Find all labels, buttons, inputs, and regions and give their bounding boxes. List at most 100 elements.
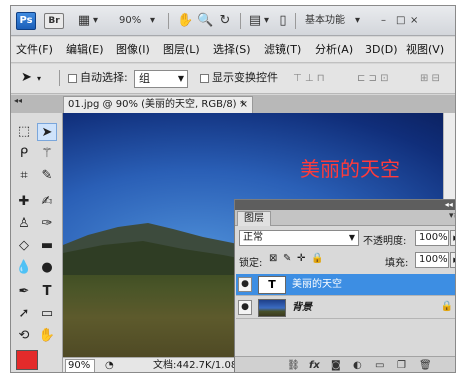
separator: [168, 13, 169, 29]
layers-panel: ◂◂ × 图层 ▾≡ 正常 ▼ 不透明度: 100% ▶ 锁定: ⊠ ✎ ✛ 🔒…: [234, 199, 455, 372]
path-selection-tool-icon[interactable]: ➚: [14, 305, 34, 323]
blend-mode-dropdown[interactable]: 正常 ▼: [239, 230, 359, 246]
new-layer-icon[interactable]: ❐: [397, 359, 406, 372]
visibility-eye-icon[interactable]: ●: [238, 300, 252, 315]
canvas-text-layer[interactable]: 美丽的天空: [300, 153, 400, 182]
eyedropper-tool-icon[interactable]: ✎: [37, 167, 57, 185]
layer-style-icon[interactable]: fx: [309, 359, 320, 372]
view-extras-icon[interactable]: ▦: [77, 14, 91, 28]
menu-analysis[interactable]: 分析(A): [315, 43, 353, 57]
show-transform-label: 显示变换控件: [212, 71, 278, 84]
auto-select-dropdown[interactable]: 组 ▼: [134, 70, 188, 88]
magic-wand-tool-icon[interactable]: ⚚: [37, 145, 57, 163]
layer-name[interactable]: 美丽的天空: [292, 278, 342, 292]
gradient-tool-icon[interactable]: ▬: [37, 237, 57, 255]
fill-arrow-icon[interactable]: ▶: [450, 252, 455, 268]
panel-menu-icon[interactable]: ▾≡: [449, 211, 455, 221]
hand-tool-icon[interactable]: ✋: [177, 14, 193, 28]
menu-layer[interactable]: 图层(L): [163, 43, 200, 57]
menu-bar: 文件(F) 编辑(E) 图像(I) 图层(L) 选择(S) 滤镜(T) 分析(A…: [11, 37, 455, 63]
align-buttons-icon[interactable]: ⊤ ⊥ ⊓: [293, 72, 325, 86]
arrange-documents-icon[interactable]: ▤: [248, 14, 262, 28]
brush-tool-icon[interactable]: ✍: [37, 193, 57, 211]
menu-view[interactable]: 视图(V): [406, 43, 444, 57]
arrange-dropdown-icon[interactable]: ▾: [264, 14, 269, 28]
title-bar: Ps Br ▦ ▾ 90% ▾ ✋ 🔍 ↻ ▤ ▾ ▯ 基本功能 ▾ – □ ×: [11, 6, 455, 36]
foreground-color-swatch[interactable]: [16, 350, 38, 370]
move-tool-icon[interactable]: ➤: [37, 123, 57, 141]
screen-mode-icon[interactable]: ▯: [276, 14, 290, 28]
document-tab[interactable]: 01.jpg @ 90% (美丽的天空, RGB/8) * ×: [63, 96, 253, 113]
photoshop-logo: Ps: [16, 12, 36, 30]
new-group-icon[interactable]: ▭: [375, 359, 384, 372]
bridge-button[interactable]: Br: [44, 13, 64, 29]
history-brush-tool-icon[interactable]: ✑: [37, 215, 57, 233]
close-button[interactable]: ×: [410, 14, 418, 28]
view-extras-dropdown-icon[interactable]: ▾: [93, 14, 98, 28]
lock-label: 锁定:: [239, 258, 263, 269]
workspace-dropdown-icon[interactable]: ▾: [355, 14, 360, 28]
eraser-tool-icon[interactable]: ◇: [14, 237, 34, 255]
lock-all-icon[interactable]: 🔒: [311, 253, 323, 264]
add-mask-icon[interactable]: ◙: [331, 359, 341, 372]
lasso-tool-icon[interactable]: ᑭ: [14, 145, 34, 163]
type-tool-icon[interactable]: T: [37, 283, 57, 301]
auto-align-icon[interactable]: ⊞ ⊟: [420, 72, 440, 86]
visibility-eye-icon[interactable]: ●: [238, 277, 252, 292]
menu-3d[interactable]: 3D(D): [365, 43, 398, 57]
dodge-tool-icon[interactable]: ●: [37, 259, 57, 277]
adjustment-layer-icon[interactable]: ◐: [353, 359, 362, 372]
delete-layer-icon[interactable]: 🗑: [419, 359, 432, 372]
opacity-arrow-icon[interactable]: ▶: [450, 230, 455, 246]
zoom-dropdown-icon[interactable]: ▾: [150, 14, 155, 28]
link-layers-icon[interactable]: ⛓: [287, 359, 300, 372]
workspace-switcher[interactable]: 基本功能: [305, 14, 345, 28]
auto-select-checkbox[interactable]: [68, 74, 77, 83]
status-info-icon[interactable]: ◔: [105, 358, 114, 372]
menu-select[interactable]: 选择(S): [213, 43, 251, 57]
chevron-down-icon: ▼: [177, 74, 184, 83]
move-tool-preset-icon[interactable]: ➤: [21, 71, 32, 85]
background-layer-thumbnail: [258, 299, 286, 317]
crop-tool-icon[interactable]: ⌗: [14, 167, 34, 185]
rotate-view-icon[interactable]: ↻: [218, 14, 232, 28]
document-size-info[interactable]: 文档:442.7K/1.08M: [153, 358, 246, 372]
show-transform-checkbox[interactable]: [200, 74, 209, 83]
hand-tool-icon[interactable]: ✋: [37, 327, 57, 345]
blur-tool-icon[interactable]: 💧: [14, 259, 34, 277]
menu-edit[interactable]: 编辑(E): [66, 43, 104, 57]
layer-name[interactable]: 背景: [292, 301, 312, 315]
panel-header[interactable]: ◂◂ ×: [235, 200, 455, 210]
3d-rotate-tool-icon[interactable]: ⟲: [14, 327, 34, 345]
collapse-toolbox-icon[interactable]: ◂◂: [14, 96, 22, 105]
menu-filter[interactable]: 滤镜(T): [264, 43, 301, 57]
layer-row-text[interactable]: ● T 美丽的天空: [236, 274, 455, 296]
marquee-tool-icon[interactable]: ⬚: [14, 123, 34, 141]
minimize-button[interactable]: –: [381, 14, 386, 28]
status-zoom-field[interactable]: 90%: [65, 359, 95, 372]
document-tab-close-icon[interactable]: ×: [240, 97, 248, 113]
distribute-buttons-icon[interactable]: ⊏ ⊐ ⊡: [357, 72, 389, 86]
shape-tool-icon[interactable]: ▭: [37, 305, 57, 323]
separator: [240, 13, 241, 29]
zoom-tool-icon[interactable]: 🔍: [197, 14, 213, 28]
layer-lock-icon: 🔒: [440, 301, 453, 312]
preset-dropdown-icon[interactable]: ▾: [37, 72, 41, 86]
photoshop-window: Ps Br ▦ ▾ 90% ▾ ✋ 🔍 ↻ ▤ ▾ ▯ 基本功能 ▾ – □ ×…: [10, 5, 456, 373]
fill-input[interactable]: 100%: [415, 252, 449, 268]
zoom-level-dropdown[interactable]: 90%: [119, 14, 141, 28]
clone-stamp-tool-icon[interactable]: ♙: [14, 215, 34, 233]
menu-image[interactable]: 图像(I): [116, 43, 150, 57]
lock-position-icon[interactable]: ✛: [297, 253, 305, 264]
tab-layers[interactable]: 图层: [237, 211, 271, 226]
opacity-input[interactable]: 100%: [415, 230, 449, 246]
blend-mode-value: 正常: [243, 232, 263, 243]
separator: [295, 13, 296, 29]
pen-tool-icon[interactable]: ✒: [14, 283, 34, 301]
lock-transparent-icon[interactable]: ⊠: [269, 253, 277, 264]
layer-row-background[interactable]: ● 背景 🔒: [236, 297, 455, 319]
healing-brush-tool-icon[interactable]: ✚: [14, 193, 34, 211]
menu-file[interactable]: 文件(F): [16, 43, 53, 57]
maximize-button[interactable]: □: [396, 14, 405, 28]
lock-pixels-icon[interactable]: ✎: [283, 253, 291, 264]
